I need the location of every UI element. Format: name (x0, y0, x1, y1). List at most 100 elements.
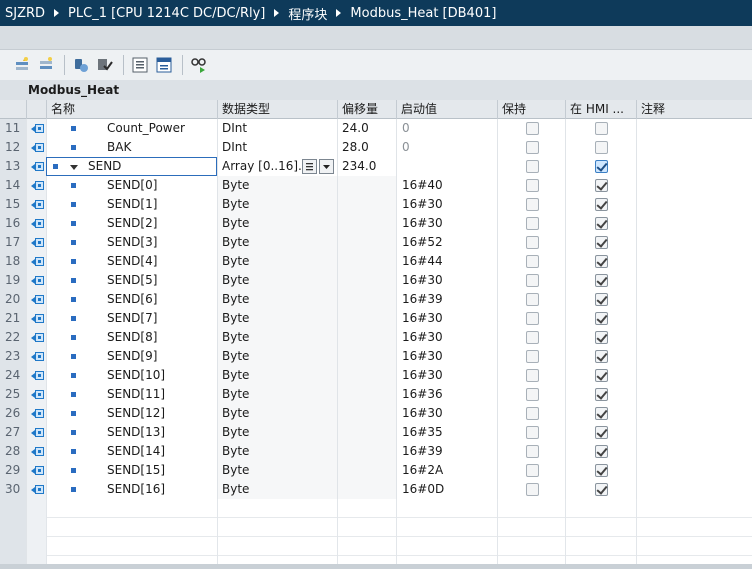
table-row[interactable]: 11 Count_Power DInt 24.0 0 (0, 119, 752, 138)
datatype-cell[interactable]: Byte (217, 347, 337, 366)
table-row[interactable]: 25 SEND[11] Byte 16#36 (0, 385, 752, 404)
datatype-cell[interactable]: Byte (217, 290, 337, 309)
retain-checkbox[interactable] (526, 236, 539, 249)
start-value-cell[interactable]: 16#2A (396, 461, 497, 480)
hmi-accessible-checkbox[interactable] (595, 331, 608, 344)
start-value-cell[interactable]: 16#40 (396, 176, 497, 195)
header-retain[interactable]: 保持 (497, 100, 565, 119)
name-cell[interactable]: SEND[5] (46, 271, 217, 290)
hmi-accessible-checkbox[interactable] (595, 312, 608, 325)
table-row[interactable]: 18 SEND[4] Byte 16#44 (0, 252, 752, 271)
header-hmi-accessible[interactable]: 在 HMI ... (565, 100, 636, 119)
name-cell[interactable]: SEND[6] (46, 290, 217, 309)
datatype-cell[interactable]: Byte (217, 233, 337, 252)
retain-checkbox[interactable] (526, 331, 539, 344)
retain-checkbox[interactable] (526, 122, 539, 135)
name-cell[interactable]: SEND[0] (46, 176, 217, 195)
table-row[interactable]: 16 SEND[2] Byte 16#30 (0, 214, 752, 233)
start-value-cell[interactable]: 16#35 (396, 423, 497, 442)
name-cell[interactable]: Count_Power (46, 119, 217, 138)
name-cell[interactable]: SEND[3] (46, 233, 217, 252)
comment-cell[interactable] (636, 119, 752, 138)
table-row[interactable]: 17 SEND[3] Byte 16#52 (0, 233, 752, 252)
datatype-cell[interactable]: Byte (217, 328, 337, 347)
start-value-cell[interactable]: 16#30 (396, 347, 497, 366)
start-value-cell[interactable]: 16#30 (396, 328, 497, 347)
comment-cell[interactable] (636, 252, 752, 271)
start-value-cell[interactable]: 16#30 (396, 271, 497, 290)
snapshot-icon[interactable] (71, 55, 91, 75)
comment-cell[interactable] (636, 309, 752, 328)
retain-checkbox[interactable] (526, 141, 539, 154)
start-value-cell[interactable]: 16#30 (396, 366, 497, 385)
name-cell[interactable]: SEND[8] (46, 328, 217, 347)
hmi-accessible-checkbox[interactable] (595, 369, 608, 382)
datatype-cell[interactable]: Byte (217, 195, 337, 214)
start-value-cell[interactable]: 16#30 (396, 309, 497, 328)
comment-cell[interactable] (636, 138, 752, 157)
retain-checkbox[interactable] (526, 217, 539, 230)
retain-checkbox[interactable] (526, 179, 539, 192)
hmi-accessible-checkbox[interactable] (595, 464, 608, 477)
name-cell[interactable]: SEND[14] (46, 442, 217, 461)
retain-checkbox[interactable] (526, 369, 539, 382)
datatype-cell[interactable]: Byte (217, 271, 337, 290)
table-row[interactable]: 24 SEND[10] Byte 16#30 (0, 366, 752, 385)
datatype-dropdown-button[interactable] (319, 159, 334, 174)
name-cell[interactable]: BAK (46, 138, 217, 157)
start-value-cell[interactable]: 16#30 (396, 404, 497, 423)
breadcrumb-db[interactable]: Modbus_Heat [DB401] (350, 6, 496, 21)
breadcrumb-program-blocks[interactable]: 程序块 (288, 4, 327, 23)
retain-checkbox[interactable] (526, 426, 539, 439)
name-cell[interactable]: SEND[9] (46, 347, 217, 366)
hmi-accessible-checkbox[interactable] (595, 388, 608, 401)
datatype-cell[interactable]: Byte (217, 366, 337, 385)
table-row[interactable]: 20 SEND[6] Byte 16#39 (0, 290, 752, 309)
retain-checkbox[interactable] (526, 407, 539, 420)
comment-cell[interactable] (636, 157, 752, 176)
table-row[interactable]: 19 SEND[5] Byte 16#30 (0, 271, 752, 290)
datatype-cell[interactable]: Byte (217, 252, 337, 271)
comment-cell[interactable] (636, 195, 752, 214)
empty-row[interactable] (0, 537, 752, 556)
start-value-cell[interactable]: 16#36 (396, 385, 497, 404)
retain-checkbox[interactable] (526, 483, 539, 496)
header-name[interactable]: 名称 (46, 100, 217, 119)
table-row[interactable]: 27 SEND[13] Byte 16#35 (0, 423, 752, 442)
datatype-cell[interactable]: Array [0..16]... (217, 157, 337, 176)
name-cell[interactable]: SEND[7] (46, 309, 217, 328)
retain-checkbox[interactable] (526, 198, 539, 211)
retain-checkbox[interactable] (526, 160, 539, 173)
header-offset[interactable]: 偏移量 (337, 100, 396, 119)
name-cell[interactable]: SEND[12] (46, 404, 217, 423)
hmi-accessible-checkbox[interactable] (595, 445, 608, 458)
hmi-accessible-checkbox[interactable] (595, 217, 608, 230)
hmi-accessible-checkbox[interactable] (595, 179, 608, 192)
comment-cell[interactable] (636, 423, 752, 442)
start-value-cell[interactable]: 16#39 (396, 290, 497, 309)
hmi-accessible-checkbox[interactable] (595, 293, 608, 306)
header-start-value[interactable]: 启动值 (396, 100, 497, 119)
name-cell[interactable]: SEND[10] (46, 366, 217, 385)
hmi-accessible-checkbox[interactable] (595, 407, 608, 420)
comment-cell[interactable] (636, 176, 752, 195)
comment-cell[interactable] (636, 233, 752, 252)
datatype-cell[interactable]: Byte (217, 214, 337, 233)
start-value-cell[interactable]: 16#44 (396, 252, 497, 271)
start-value-cell[interactable]: 16#39 (396, 442, 497, 461)
array-edit-button[interactable] (302, 159, 317, 174)
hmi-accessible-checkbox[interactable] (595, 255, 608, 268)
copy-snapshot-icon[interactable] (95, 55, 115, 75)
start-value-cell[interactable]: 16#30 (396, 195, 497, 214)
table-row[interactable]: 28 SEND[14] Byte 16#39 (0, 442, 752, 461)
name-cell[interactable]: SEND[13] (46, 423, 217, 442)
name-cell[interactable]: SEND[15] (46, 461, 217, 480)
header-comment[interactable]: 注释 (636, 100, 752, 119)
comment-cell[interactable] (636, 271, 752, 290)
retain-checkbox[interactable] (526, 255, 539, 268)
datatype-cell[interactable]: Byte (217, 423, 337, 442)
table-row[interactable]: 15 SEND[1] Byte 16#30 (0, 195, 752, 214)
comment-cell[interactable] (636, 347, 752, 366)
comment-cell[interactable] (636, 480, 752, 499)
name-cell[interactable]: SEND[1] (46, 195, 217, 214)
